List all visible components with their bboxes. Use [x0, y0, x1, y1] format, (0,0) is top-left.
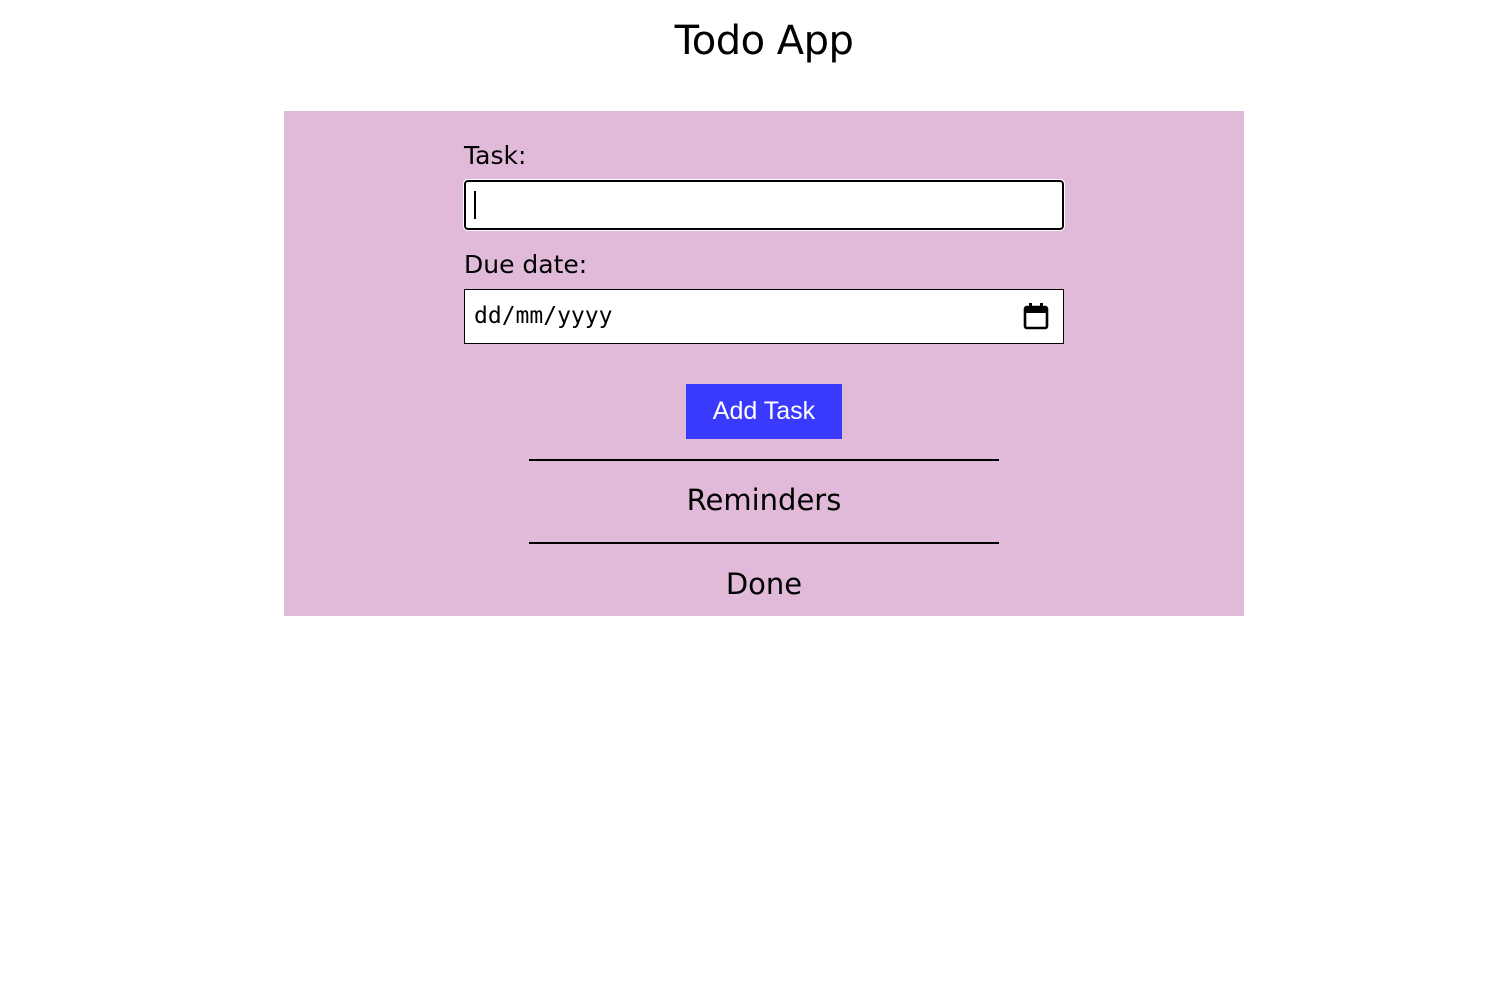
due-date-label: Due date:: [464, 250, 588, 279]
page-title: Todo App: [674, 18, 854, 64]
task-input[interactable]: [463, 179, 1065, 231]
calendar-icon[interactable]: [1023, 302, 1049, 330]
due-date-placeholder: dd/mm/yyyy: [474, 303, 613, 329]
add-task-button[interactable]: Add Task: [686, 384, 842, 439]
todo-panel: Task: Due date: dd/mm/yyyy Add Task Remi…: [284, 111, 1244, 616]
task-label: Task:: [464, 141, 527, 170]
divider: [529, 542, 999, 544]
due-date-input[interactable]: dd/mm/yyyy: [464, 289, 1064, 344]
divider: [529, 459, 999, 461]
reminders-heading: Reminders: [686, 483, 842, 517]
done-heading: Done: [725, 567, 803, 601]
text-caret: [474, 191, 476, 219]
